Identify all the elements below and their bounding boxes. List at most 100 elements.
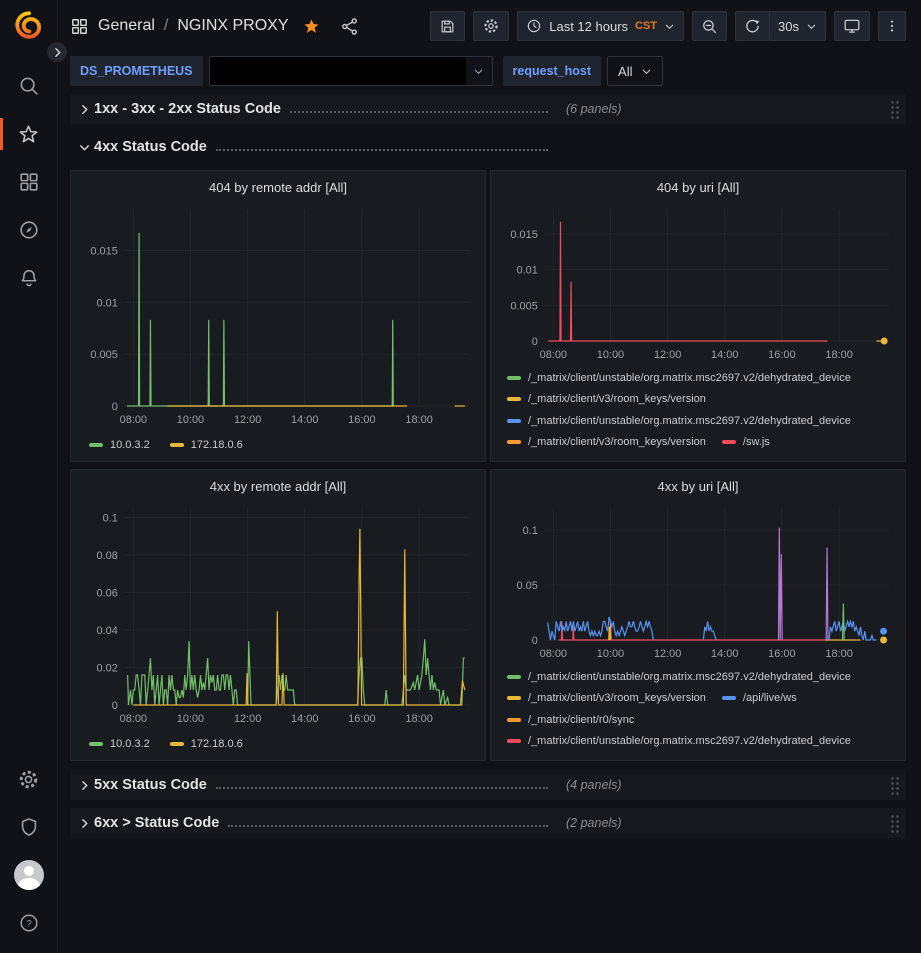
row-title: 4xx Status Code xyxy=(94,139,207,155)
legend-label: /_matrix/client/unstable/org.matrix.msc2… xyxy=(528,372,851,384)
legend-item[interactable]: /_matrix/client/unstable/org.matrix.msc2… xyxy=(507,731,851,753)
refresh-interval-select[interactable]: 30s xyxy=(769,11,826,41)
row-panel-count: (6 panels) xyxy=(566,102,622,116)
sidebar-item-help[interactable]: ? xyxy=(0,899,57,947)
breadcrumb-section[interactable]: General xyxy=(98,17,155,35)
zoom-out-button[interactable] xyxy=(692,11,727,41)
sidebar-item-configuration[interactable] xyxy=(0,755,57,803)
legend-item[interactable]: /_matrix/client/unstable/org.matrix.msc2… xyxy=(507,666,851,688)
svg-text:0.08: 0.08 xyxy=(96,550,117,562)
legend-item[interactable]: 10.0.3.2 xyxy=(89,733,150,755)
svg-text:10:00: 10:00 xyxy=(177,713,204,725)
row-drag-handle[interactable] xyxy=(890,100,900,119)
svg-text:08:00: 08:00 xyxy=(120,713,147,725)
sidebar-item-alerting[interactable] xyxy=(0,254,57,302)
row-panel-count: (4 panels) xyxy=(566,778,622,792)
avatar xyxy=(14,860,44,890)
datasource-value-redacted xyxy=(210,57,466,85)
star-icon xyxy=(17,123,40,146)
legend-item[interactable]: 10.0.3.2 xyxy=(89,434,150,456)
legend-item[interactable]: /_matrix/client/unstable/org.matrix.msc2… xyxy=(507,410,851,432)
legend-item[interactable]: /api/live/ws xyxy=(722,688,797,710)
variable-label: request_host xyxy=(503,56,602,86)
grafana-logo[interactable] xyxy=(14,10,44,40)
refresh-interval-value: 30s xyxy=(778,19,799,34)
chart-canvas[interactable]: 08:0010:0012:0014:0016:0018:0000.0050.01… xyxy=(79,201,477,432)
time-range-picker[interactable]: Last 12 hours CST xyxy=(517,11,684,41)
legend-swatch xyxy=(89,742,103,746)
legend-item[interactable]: /_matrix/client/v3/room_keys/version xyxy=(507,688,706,710)
chart-canvas[interactable]: 08:0010:0012:0014:0016:0018:0000.050.1 xyxy=(499,500,897,666)
active-indicator xyxy=(0,118,3,150)
legend-label: /_matrix/client/v3/room_keys/version xyxy=(528,393,706,405)
legend-label: /api/live/ws xyxy=(743,692,797,704)
sidebar-item-server-admin[interactable] xyxy=(0,803,57,851)
page-title[interactable]: NGINX PROXY xyxy=(177,17,288,35)
chart-canvas[interactable]: 08:0010:0012:0014:0016:0018:0000.020.040… xyxy=(79,500,477,731)
timezone-label: CST xyxy=(635,20,657,32)
legend-item[interactable]: /_matrix/client/r0/sync xyxy=(507,709,634,731)
panel-grid: 404 by remote addr [All] 08:0010:0012:00… xyxy=(70,170,906,761)
time-range-label: Last 12 hours xyxy=(549,19,628,34)
legend-swatch xyxy=(722,440,736,444)
row-header-4xx[interactable]: 4xx Status Code xyxy=(70,132,906,162)
sidebar-item-profile[interactable] xyxy=(0,851,57,899)
panel-title[interactable]: 404 by uri [All] xyxy=(499,176,897,201)
dashboard-body: 1xx - 3xx - 2xx Status Code (6 panels) 4… xyxy=(70,94,906,953)
save-dashboard-button[interactable] xyxy=(430,11,465,41)
sidebar-item-starred[interactable] xyxy=(0,110,57,158)
legend-item[interactable]: 172.18.0.6 xyxy=(170,434,243,456)
svg-text:?: ? xyxy=(26,918,31,929)
svg-text:0: 0 xyxy=(532,635,538,647)
share-icon[interactable] xyxy=(340,17,359,36)
chevron-down-icon xyxy=(641,66,652,77)
svg-text:18:00: 18:00 xyxy=(825,349,852,361)
panel-title[interactable]: 404 by remote addr [All] xyxy=(79,176,477,201)
sidebar-item-search[interactable] xyxy=(0,62,57,110)
svg-text:0: 0 xyxy=(532,336,538,348)
dashboard-settings-button[interactable] xyxy=(473,11,509,41)
sidebar-expand-button[interactable] xyxy=(45,40,69,64)
tv-mode-button[interactable] xyxy=(834,11,870,41)
sidebar-item-explore[interactable] xyxy=(0,206,57,254)
legend-swatch xyxy=(507,440,521,444)
row-header-1xx-3xx-2xx[interactable]: 1xx - 3xx - 2xx Status Code (6 panels) xyxy=(70,94,906,124)
svg-text:08:00: 08:00 xyxy=(540,648,567,660)
request-host-select[interactable]: All xyxy=(607,56,663,86)
row-header-5xx[interactable]: 5xx Status Code (4 panels) xyxy=(70,770,906,800)
legend-swatch xyxy=(507,419,521,423)
chart-legend: 10.0.3.2 172.18.0.6 xyxy=(79,432,477,458)
svg-text:18:00: 18:00 xyxy=(405,713,432,725)
sidebar-item-dashboards[interactable] xyxy=(0,158,57,206)
legend-label: /_matrix/client/unstable/org.matrix.msc2… xyxy=(528,735,851,747)
chevron-icon xyxy=(78,817,91,830)
panel-4xx-by-remote-addr: 4xx by remote addr [All] 08:0010:0012:00… xyxy=(70,469,486,761)
row-drag-handle[interactable] xyxy=(890,776,900,795)
row-drag-handle[interactable] xyxy=(890,814,900,833)
refresh-button[interactable] xyxy=(735,11,770,41)
main-content: General / NGINX PROXY Last 12 hours CST xyxy=(58,0,921,953)
legend-swatch xyxy=(722,696,736,700)
favorite-star-icon[interactable] xyxy=(302,17,321,36)
panel-title[interactable]: 4xx by remote addr [All] xyxy=(79,475,477,500)
legend-swatch xyxy=(170,742,184,746)
bell-icon xyxy=(18,267,40,289)
chevron-icon xyxy=(78,141,91,154)
svg-text:08:00: 08:00 xyxy=(120,414,147,426)
legend-item[interactable]: 172.18.0.6 xyxy=(170,733,243,755)
legend-item[interactable]: /_matrix/client/v3/room_keys/version xyxy=(507,389,706,411)
dashboards-grid-icon xyxy=(18,171,40,193)
panel-404-by-remote-addr: 404 by remote addr [All] 08:0010:0012:00… xyxy=(70,170,486,462)
legend-item[interactable]: /_matrix/client/unstable/org.matrix.msc2… xyxy=(507,367,851,389)
datasource-select[interactable] xyxy=(209,56,493,86)
legend-item[interactable]: /_matrix/client/v3/room_keys/version xyxy=(507,432,706,454)
compass-icon xyxy=(18,219,40,241)
chart-canvas[interactable]: 08:0010:0012:0014:0016:0018:0000.0050.01… xyxy=(499,201,897,367)
panel-title[interactable]: 4xx by uri [All] xyxy=(499,475,897,500)
more-options-button[interactable] xyxy=(878,11,906,41)
legend-item[interactable]: /sw.js xyxy=(722,432,770,454)
legend-swatch xyxy=(507,397,521,401)
legend-label: /_matrix/client/v3/room_keys/version xyxy=(528,692,706,704)
legend-swatch xyxy=(170,443,184,447)
row-header-6xx[interactable]: 6xx > Status Code (2 panels) xyxy=(70,808,906,838)
